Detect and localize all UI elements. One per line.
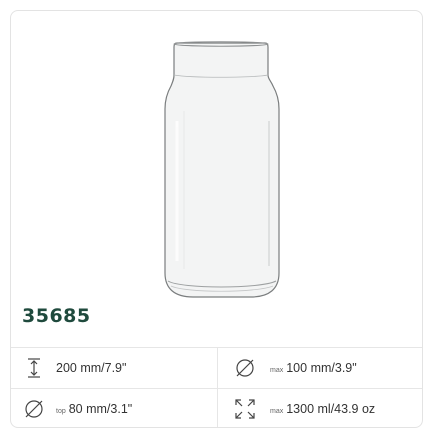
max-diameter-value: 100 mm/3.9" <box>286 361 357 375</box>
capacity-value: 1300 ml/43.9 oz <box>286 402 376 416</box>
spec-row: 200 mm/7.9" max 100 mm/3.9" <box>11 348 422 389</box>
spec-capacity: max 1300 ml/43.9 oz <box>218 389 422 427</box>
product-image <box>11 11 422 301</box>
diameter-icon <box>22 397 46 421</box>
max-diameter-prefix: max <box>270 366 284 374</box>
spec-top-diameter: top 80 mm/3.1" <box>11 389 218 427</box>
capacity-prefix: max <box>270 407 284 415</box>
spec-max-diameter: max 100 mm/3.9" <box>218 348 422 388</box>
diameter-icon <box>233 356 257 380</box>
spec-height: 200 mm/7.9" <box>11 348 218 388</box>
spec-table: 200 mm/7.9" max 100 mm/3.9" top 80 mm/3.… <box>11 347 422 427</box>
top-diameter-prefix: top <box>56 407 66 415</box>
expand-arrows-icon <box>233 397 257 421</box>
spec-row: top 80 mm/3.1" max 1300 ml/43.9 oz <box>11 389 422 427</box>
height-arrows-icon <box>22 356 46 380</box>
product-card: 35685 200 mm/7.9" max 100 mm/3.9" top 80… <box>10 10 423 428</box>
height-value: 200 mm/7.9" <box>56 361 127 375</box>
top-diameter-value: 80 mm/3.1" <box>68 402 133 416</box>
product-code: 35685 <box>22 305 91 327</box>
